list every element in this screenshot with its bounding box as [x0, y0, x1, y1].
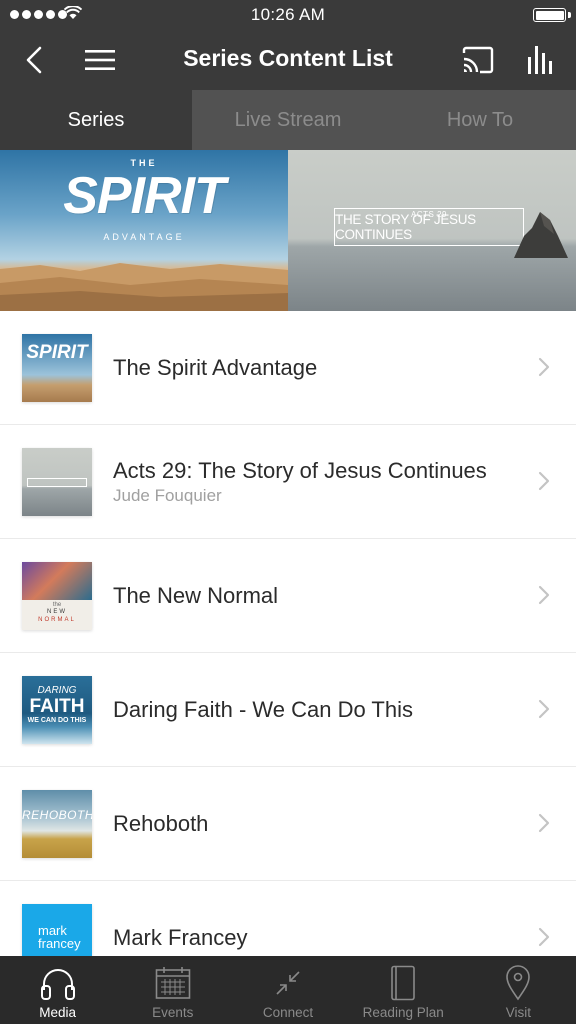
- tab-live-stream[interactable]: Live Stream: [192, 90, 384, 150]
- series-thumbnail: REHOBOTH: [22, 790, 92, 858]
- chevron-right-icon: [538, 585, 550, 605]
- cast-button[interactable]: [456, 30, 500, 90]
- thumb-francey-text: francey: [38, 936, 81, 951]
- series-title: Acts 29: The Story of Jesus Continues: [113, 458, 487, 483]
- tab-label: Connect: [262, 1005, 314, 1020]
- tab-label: Reading Plan: [362, 1005, 444, 1020]
- tab-events[interactable]: Events: [115, 956, 230, 1024]
- tab-reading-plan[interactable]: Reading Plan: [346, 956, 461, 1024]
- list-item[interactable]: REHOBOTH Rehoboth: [0, 767, 576, 881]
- series-thumbnail: [22, 448, 92, 516]
- tab-media[interactable]: Media: [0, 956, 115, 1024]
- tab-connect[interactable]: Connect: [230, 956, 345, 1024]
- thumb-faith-text: FAITH: [29, 696, 85, 717]
- calendar-icon: [155, 967, 191, 999]
- tab-label: Events: [152, 1005, 194, 1020]
- cast-icon: [462, 46, 494, 74]
- banner-advantage-text: ADVANTAGE: [103, 232, 185, 242]
- battery-icon: [533, 8, 566, 22]
- chevron-right-icon: [538, 699, 550, 719]
- tab-label: Media: [39, 1005, 76, 1020]
- chevron-right-icon: [538, 927, 550, 947]
- tab-visit[interactable]: Visit: [461, 956, 576, 1024]
- series-title: The New Normal: [113, 583, 279, 608]
- thumb-the-text: the: [52, 602, 62, 608]
- series-title: Daring Faith - We Can Do This: [113, 697, 413, 722]
- list-item[interactable]: DARING FAITH WE CAN DO THIS Daring Faith…: [0, 653, 576, 767]
- banner-spirit-text: SPIRIT: [63, 167, 226, 225]
- thumb-title-text: SPIRIT: [26, 342, 88, 363]
- nav-bar: Series Content List: [0, 30, 576, 90]
- tab-series[interactable]: Series: [0, 90, 192, 150]
- sea-rock-image: [514, 212, 568, 258]
- status-time: 10:26 AM: [250, 5, 326, 24]
- bottom-tab-bar: Media Events Connect Reading Plan Visit: [0, 956, 576, 1024]
- chevron-right-icon: [538, 357, 550, 377]
- list-item[interactable]: Acts 29: The Story of Jesus Continues Ju…: [0, 425, 576, 539]
- thumb-normal-text: NORMAL: [38, 617, 76, 623]
- headphones-icon: [40, 969, 75, 1000]
- chevron-right-icon: [538, 813, 550, 833]
- series-speaker: Jude Fouquier: [113, 486, 222, 505]
- series-thumbnail: DARING FAITH WE CAN DO THIS: [22, 676, 92, 744]
- chevron-right-icon: [538, 471, 550, 491]
- banner-acts-29[interactable]: THE STORY OF JESUS CONTINUES ACTS 29: [288, 150, 576, 311]
- book-icon: [391, 965, 416, 1001]
- series-title: Mark Francey: [113, 925, 248, 950]
- status-bar: 10:26 AM: [0, 0, 576, 30]
- list-item[interactable]: the NEW NORMAL The New Normal: [0, 539, 576, 653]
- list-item[interactable]: SPIRIT The Spirit Advantage: [0, 311, 576, 425]
- thumb-we-can-text: WE CAN DO THIS: [27, 717, 87, 724]
- tab-how-to[interactable]: How To: [384, 90, 576, 150]
- tab-label: Visit: [505, 1005, 532, 1020]
- content-tabs: Series Live Stream How To: [0, 90, 576, 150]
- desert-dunes-image: [0, 263, 288, 311]
- audio-levels-button[interactable]: [518, 30, 562, 90]
- series-list: SPIRIT The Spirit Advantage Acts 29: The…: [0, 311, 576, 995]
- location-pin-icon: [506, 965, 531, 1001]
- equalizer-icon: [528, 46, 552, 74]
- thumb-rehoboth-text: REHOBOTH: [22, 808, 92, 822]
- series-title: The Spirit Advantage: [113, 355, 318, 380]
- thumb-new-text: NEW: [47, 609, 67, 615]
- connect-arrows-icon: [276, 971, 300, 995]
- banner-acts-label: ACTS 29: [411, 210, 447, 219]
- series-thumbnail: SPIRIT: [22, 334, 92, 402]
- thumb-daring-text: DARING: [37, 685, 77, 696]
- banner-spirit-advantage[interactable]: THE SPIRIT ADVANTAGE: [0, 150, 288, 311]
- series-title: Rehoboth: [113, 811, 209, 836]
- featured-banner: THE SPIRIT ADVANTAGE THE STORY OF JESUS …: [0, 150, 576, 311]
- series-thumbnail: the NEW NORMAL: [22, 562, 92, 630]
